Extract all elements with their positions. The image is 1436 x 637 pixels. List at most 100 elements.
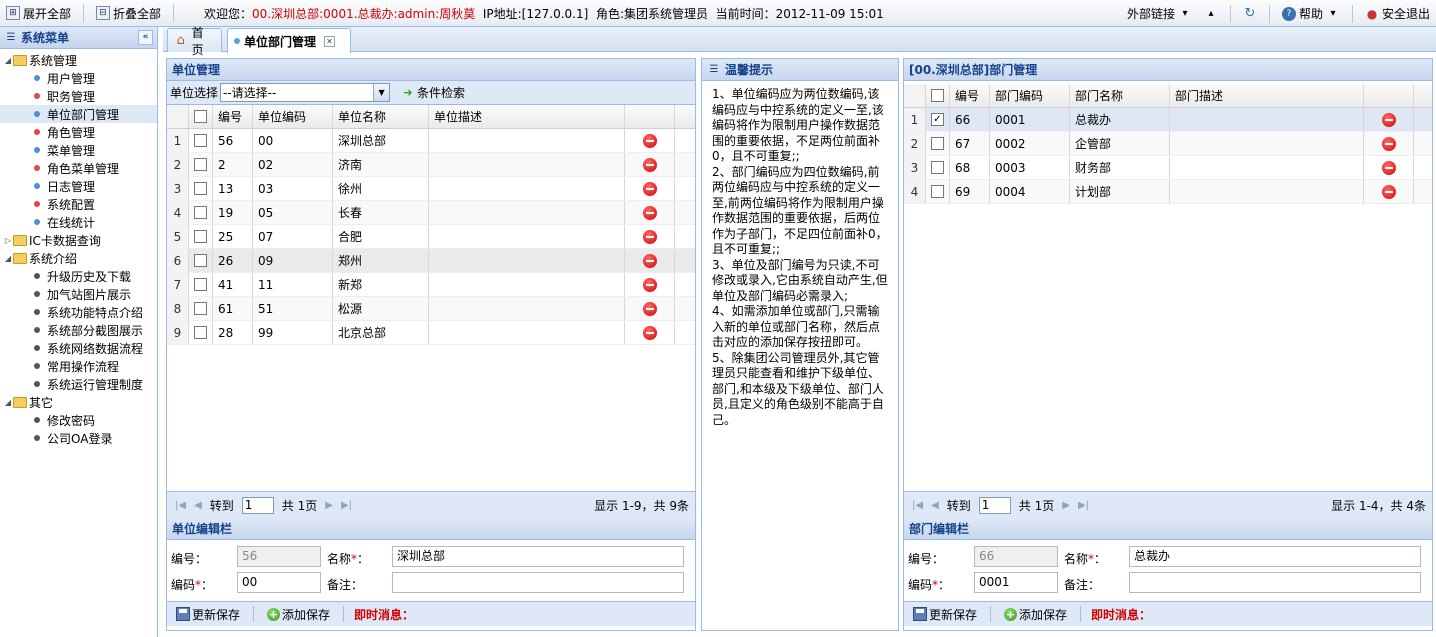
row-checkbox[interactable] <box>189 153 213 176</box>
delete-icon[interactable] <box>1381 160 1396 175</box>
checkbox[interactable] <box>194 182 207 195</box>
sidebar-group[interactable]: ◢ 其它 <box>0 393 157 411</box>
expand-all-button[interactable]: ⊞ 展开全部 <box>0 0 77 27</box>
delete-icon[interactable] <box>642 133 657 148</box>
delete-icon[interactable] <box>642 205 657 220</box>
column-header[interactable]: 编号 <box>950 84 990 107</box>
sidebar-item[interactable]: 常用操作流程 <box>0 357 157 375</box>
expanded-icon[interactable]: ◢ <box>3 254 13 263</box>
table-row[interactable]: 3 13 03 徐州 <box>167 177 695 201</box>
delete-icon[interactable] <box>642 157 657 172</box>
checkbox[interactable] <box>194 254 207 267</box>
checkbox[interactable] <box>931 185 944 198</box>
delete-icon[interactable] <box>642 325 657 340</box>
dept-code-field[interactable]: 0001 <box>974 572 1058 593</box>
prev-page-icon[interactable]: ◀ <box>194 500 202 511</box>
checkbox[interactable]: ✓ <box>931 113 944 126</box>
delete-icon[interactable] <box>642 277 657 292</box>
sidebar-item[interactable]: 用户管理 <box>0 69 157 87</box>
select-all-checkbox[interactable] <box>926 84 950 107</box>
row-checkbox[interactable]: ✓ <box>926 108 950 131</box>
column-header[interactable]: 单位编码 <box>253 105 333 128</box>
delete-icon[interactable] <box>642 253 657 268</box>
checkbox[interactable] <box>194 206 207 219</box>
checkbox[interactable] <box>194 134 207 147</box>
table-row[interactable]: 6 26 09 郑州 <box>167 249 695 273</box>
tab-home[interactable]: ⌂ 首页 <box>167 26 222 57</box>
table-row[interactable]: 1 56 00 深圳总部 <box>167 129 695 153</box>
update-save-button[interactable]: 更新保存 <box>173 606 243 623</box>
sidebar-item[interactable]: 日志管理 <box>0 177 157 195</box>
refresh-button[interactable]: ↻ <box>1237 0 1263 27</box>
add-save-button[interactable]: + 添加保存 <box>1001 606 1070 623</box>
delete-icon[interactable] <box>642 181 657 196</box>
unit-name-field[interactable]: 深圳总部 <box>392 546 684 567</box>
first-page-icon[interactable]: |◀ <box>912 500 923 511</box>
row-checkbox[interactable] <box>189 177 213 200</box>
table-row[interactable]: 2 67 0002 企管部 <box>904 132 1432 156</box>
sidebar-item[interactable]: 公司OA登录 <box>0 429 157 447</box>
checkbox[interactable] <box>194 158 207 171</box>
sidebar-item[interactable]: 修改密码 <box>0 411 157 429</box>
column-header[interactable]: 部门编码 <box>990 84 1070 107</box>
row-checkbox[interactable] <box>189 273 213 296</box>
checkbox[interactable] <box>194 326 207 339</box>
row-checkbox[interactable] <box>926 132 950 155</box>
search-button[interactable]: ➜ 条件检索 <box>398 84 468 101</box>
row-checkbox[interactable] <box>926 156 950 179</box>
sidebar-item[interactable]: 系统网络数据流程 <box>0 339 157 357</box>
collapse-header-button[interactable]: ▴ <box>1198 0 1224 27</box>
table-row[interactable]: 5 25 07 合肥 <box>167 225 695 249</box>
checkbox[interactable] <box>931 137 944 150</box>
unit-remark-field[interactable] <box>392 572 684 593</box>
sidebar-item[interactable]: 在线统计 <box>0 213 157 231</box>
column-header[interactable]: 单位描述 <box>429 105 625 128</box>
tab-unit-dept[interactable]: 单位部门管理 ✕ <box>227 28 351 53</box>
sidebar-group[interactable]: ◢ 系统介绍 <box>0 249 157 267</box>
checkbox[interactable] <box>194 302 207 315</box>
collapsed-icon[interactable]: ▷ <box>3 236 13 245</box>
delete-icon[interactable] <box>1381 112 1396 127</box>
close-tab-icon[interactable]: ✕ <box>324 35 336 47</box>
row-checkbox[interactable] <box>189 225 213 248</box>
unit-select[interactable]: --请选择-- ▼ <box>220 83 391 102</box>
dept-name-field[interactable]: 总裁办 <box>1129 546 1421 567</box>
table-row[interactable]: 8 61 51 松源 <box>167 297 695 321</box>
table-row[interactable]: 1 ✓ 66 0001 总裁办 <box>904 108 1432 132</box>
row-checkbox[interactable] <box>189 201 213 224</box>
sidebar-item[interactable]: 角色菜单管理 <box>0 159 157 177</box>
unit-code-field[interactable]: 00 <box>237 572 321 593</box>
sidebar-group[interactable]: ◢ 系统管理 <box>0 51 157 69</box>
sidebar-item[interactable]: 菜单管理 <box>0 141 157 159</box>
sidebar-item[interactable]: 系统配置 <box>0 195 157 213</box>
row-checkbox[interactable] <box>189 297 213 320</box>
row-checkbox[interactable] <box>926 180 950 203</box>
page-input[interactable] <box>978 496 1011 514</box>
expanded-icon[interactable]: ◢ <box>3 398 13 407</box>
table-row[interactable]: 7 41 11 新郑 <box>167 273 695 297</box>
last-page-icon[interactable]: ▶| <box>1078 500 1089 511</box>
checkbox[interactable] <box>194 278 207 291</box>
dept-remark-field[interactable] <box>1129 572 1421 593</box>
column-header[interactable]: 单位名称 <box>333 105 429 128</box>
sidebar-item[interactable]: 系统运行管理制度 <box>0 375 157 393</box>
logout-button[interactable]: ● 安全退出 <box>1359 0 1436 27</box>
sidebar-item[interactable]: 单位部门管理 <box>0 105 157 123</box>
delete-icon[interactable] <box>1381 184 1396 199</box>
table-row[interactable]: 3 68 0003 财务部 <box>904 156 1432 180</box>
checkbox[interactable] <box>194 230 207 243</box>
first-page-icon[interactable]: |◀ <box>175 500 186 511</box>
prev-page-icon[interactable]: ◀ <box>931 500 939 511</box>
table-row[interactable]: 4 19 05 长春 <box>167 201 695 225</box>
column-header[interactable]: 部门描述 <box>1170 84 1364 107</box>
sidebar-item[interactable]: 职务管理 <box>0 87 157 105</box>
select-all-checkbox[interactable] <box>189 105 213 128</box>
row-checkbox[interactable] <box>189 321 213 344</box>
delete-icon[interactable] <box>642 301 657 316</box>
checkbox[interactable] <box>931 161 944 174</box>
table-row[interactable]: 4 69 0004 计划部 <box>904 180 1432 204</box>
row-checkbox[interactable] <box>189 129 213 152</box>
next-page-icon[interactable]: ▶ <box>325 500 333 511</box>
sidebar-item[interactable]: 系统部分截图展示 <box>0 321 157 339</box>
update-save-button[interactable]: 更新保存 <box>910 606 980 623</box>
